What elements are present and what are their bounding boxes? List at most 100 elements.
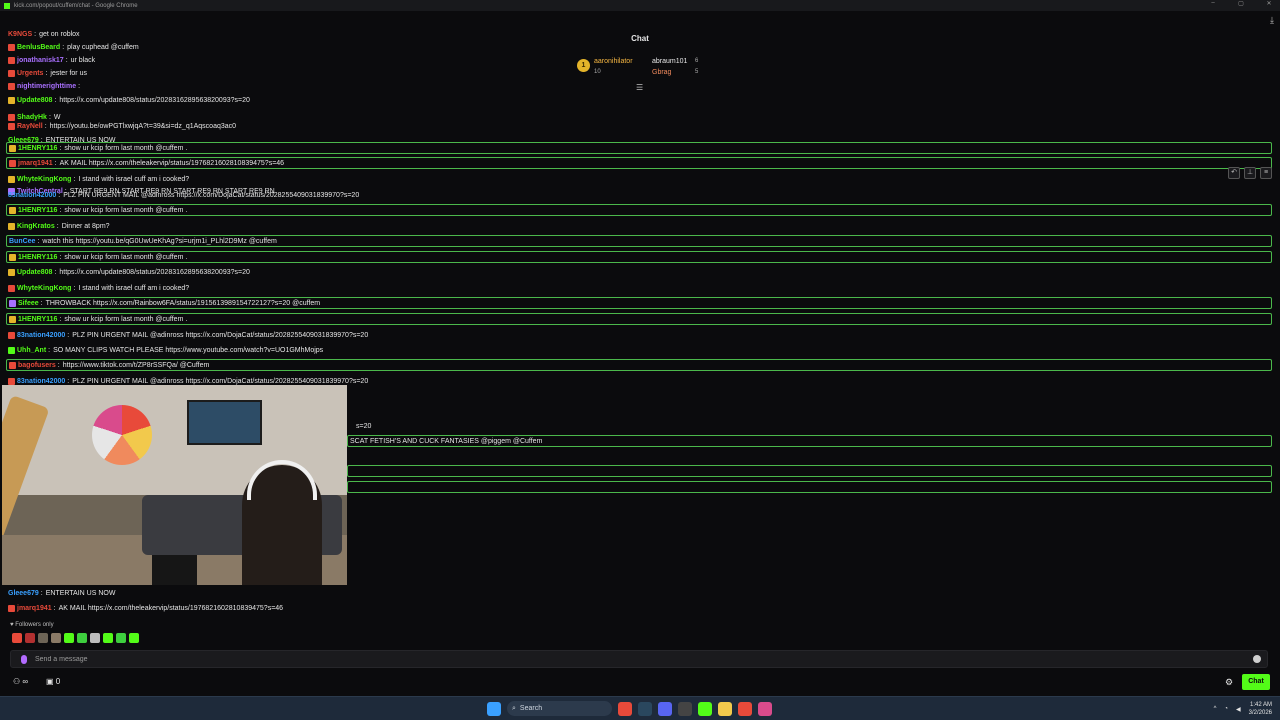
chat-message[interactable]: Urgents: jester for us [8, 67, 87, 79]
chat-message[interactable]: jmarq1941: AK MAIL https://x.com/theleake… [8, 602, 283, 614]
chat-message[interactable]: 1HENRY116: show ur kcip form last month @… [6, 251, 1272, 263]
chat-message[interactable] [347, 465, 1272, 477]
username-separator: : [73, 175, 76, 183]
chat-username[interactable]: 1HENRY116 [18, 207, 57, 214]
chat-username[interactable]: 83nation42000 [8, 192, 56, 199]
user-badge-icon [8, 82, 15, 90]
username-separator: : [34, 30, 37, 38]
chrome-window-icon[interactable] [738, 701, 752, 716]
emote-2[interactable] [25, 633, 35, 643]
volume-icon[interactable]: ◀ [1236, 706, 1241, 713]
chat-send-button[interactable]: Chat [1242, 674, 1270, 690]
chat-message[interactable]: 1HENRY116: show ur kcip form last month @… [6, 313, 1272, 325]
chat-message[interactable]: WhyteKingKong: I stand with israel cuff a… [8, 173, 189, 185]
app-icon[interactable] [678, 701, 692, 716]
gift-count[interactable]: ▣ 0 [46, 677, 60, 686]
chat-username[interactable]: 1HENRY116 [18, 316, 57, 323]
minimize-button[interactable]: – [1208, 0, 1218, 7]
chrome-icon[interactable] [618, 701, 632, 716]
chat-message[interactable]: Uhh_Ant: SO MANY CLIPS WATCH PLEASE https… [8, 344, 323, 356]
top-gifters-leaderboard: 1 aaronihilator 10 abraum101 6 Gbrag 5 [575, 56, 715, 80]
expand-leaderboard-icon[interactable]: ☰ [636, 83, 643, 92]
chat-username[interactable]: WhyteKingKong [17, 176, 71, 183]
emote-7[interactable] [90, 633, 100, 643]
file-explorer-icon[interactable] [718, 701, 732, 716]
chat-message[interactable]: s=20 [356, 420, 371, 432]
settings-gear-icon[interactable]: ⚙ [1225, 677, 1233, 688]
chat-username[interactable]: jonathanisk17 [17, 57, 64, 64]
chat-username[interactable]: bagofusers [18, 362, 56, 369]
emote-9[interactable] [116, 633, 126, 643]
chat-username[interactable]: 1HENRY116 [18, 145, 57, 152]
chat-message[interactable]: KingKratos: Dinner at 8pm? [8, 220, 110, 232]
user-badge-icon [8, 175, 15, 183]
clock[interactable]: 1:42 AM 3/2/2026 [1249, 701, 1272, 717]
chat-message[interactable]: BenlusBeard: play cuphead @cuffem [8, 41, 139, 53]
chat-username[interactable]: BenlusBeard [17, 44, 60, 51]
chat-message[interactable] [347, 481, 1272, 493]
leaderboard-third-name[interactable]: Gbrag [652, 69, 671, 76]
chat-message[interactable]: Sifeee: THROWBACK https://x.com/Rainbow6F… [6, 297, 1272, 309]
chat-username[interactable]: 83nation42000 [17, 378, 65, 385]
obs-icon[interactable] [758, 701, 772, 716]
chat-message[interactable]: jmarq1941: AK MAIL https://x.com/theleake… [6, 157, 1272, 169]
chat-username[interactable]: Update808 [17, 269, 52, 276]
emote-3[interactable] [38, 633, 48, 643]
chat-username[interactable]: jmarq1941 [17, 605, 52, 612]
pin-icon[interactable]: ⊥ [1244, 167, 1256, 179]
leaderboard-second-name[interactable]: abraum101 [652, 58, 687, 65]
chat-username[interactable]: RayNell [17, 123, 43, 130]
reply-icon[interactable]: ↶ [1228, 167, 1240, 179]
emote-1[interactable] [12, 633, 22, 643]
chat-username[interactable]: Uhh_Ant [17, 347, 46, 354]
chat-username[interactable]: KingKratos [17, 223, 55, 230]
chat-username[interactable]: Sifeee [18, 300, 39, 307]
more-icon[interactable]: ≡ [1260, 167, 1272, 179]
tray-chevron-icon[interactable]: ^ [1214, 706, 1217, 712]
chat-message[interactable]: jonathanisk17: ur black [8, 54, 95, 66]
chat-message[interactable]: 83nation42000: PLZ PIN URGENT MAIL @adinr… [8, 329, 368, 341]
leaderboard-first-name[interactable]: aaronihilator [594, 58, 633, 65]
close-button[interactable]: ✕ [1264, 0, 1274, 7]
chat-message[interactable]: 83nation42000: PLZ PIN URGENT MAIL @adinr… [8, 189, 359, 201]
chat-message[interactable]: 1HENRY116: show ur kcip form last month @… [6, 204, 1272, 216]
emoji-picker-icon[interactable] [1253, 655, 1261, 663]
chat-message[interactable]: SCAT FETISH'S AND CUCK FANTASIES @piggem… [347, 435, 1272, 447]
chat-message[interactable]: BunCee: watch this https://youtu.be/qG0Uw… [6, 235, 1272, 247]
emote-10[interactable] [129, 633, 139, 643]
chat-username[interactable]: Update808 [17, 97, 52, 104]
chat-username[interactable]: jmarq1941 [18, 160, 53, 167]
emote-4[interactable] [51, 633, 61, 643]
chat-username[interactable]: Urgents [17, 70, 43, 77]
chat-message[interactable]: Gleee679: ENTERTAIN US NOW [8, 587, 115, 599]
chat-message[interactable]: bagofusers: https://www.tiktok.com/t/ZP8r… [6, 359, 1272, 371]
taskbar-search[interactable]: ⌕ Search [507, 701, 612, 716]
chat-message[interactable]: WhyteKingKong: I stand with israel cuff a… [8, 282, 189, 294]
emote-6[interactable] [77, 633, 87, 643]
chat-username[interactable]: Gleee679 [8, 590, 39, 597]
chat-username[interactable]: BunCee [9, 238, 35, 245]
windows-start-icon[interactable] [487, 701, 501, 716]
chat-message-input[interactable] [35, 653, 1235, 666]
chat-username[interactable]: WhyteKingKong [17, 285, 71, 292]
chat-username[interactable]: 83nation42000 [17, 332, 65, 339]
chat-message[interactable]: RayNell: https://youtu.be/owPGTlxwjqA?t=3… [8, 120, 236, 132]
chat-username[interactable]: K9NGS [8, 31, 32, 38]
emote-5[interactable] [64, 633, 74, 643]
microphone-icon[interactable] [21, 655, 27, 664]
chat-message[interactable]: K9NGS: get on roblox [8, 28, 80, 40]
wifi-icon[interactable]: ◔ [1224, 706, 1228, 712]
discord-icon[interactable] [658, 701, 672, 716]
emote-8[interactable] [103, 633, 113, 643]
kick-app-icon[interactable] [698, 701, 712, 716]
chat-message[interactable]: 1HENRY116: show ur kcip form last month @… [6, 142, 1272, 154]
steam-icon[interactable] [638, 701, 652, 716]
points-infinity-icon[interactable]: ⚇ ∞ [13, 677, 28, 686]
chat-username[interactable]: 1HENRY116 [18, 254, 57, 261]
chat-message[interactable]: nightimerighttime: [8, 80, 83, 92]
maximize-button[interactable]: ▢ [1236, 0, 1246, 7]
chat-message-text: SCAT FETISH'S AND CUCK FANTASIES @piggem… [350, 437, 543, 445]
chat-message[interactable]: Update808: https://x.com/update808/status… [8, 266, 250, 278]
chat-message[interactable]: Update808: https://x.com/update808/status… [8, 94, 250, 106]
chat-username[interactable]: nightimerighttime [17, 83, 76, 90]
